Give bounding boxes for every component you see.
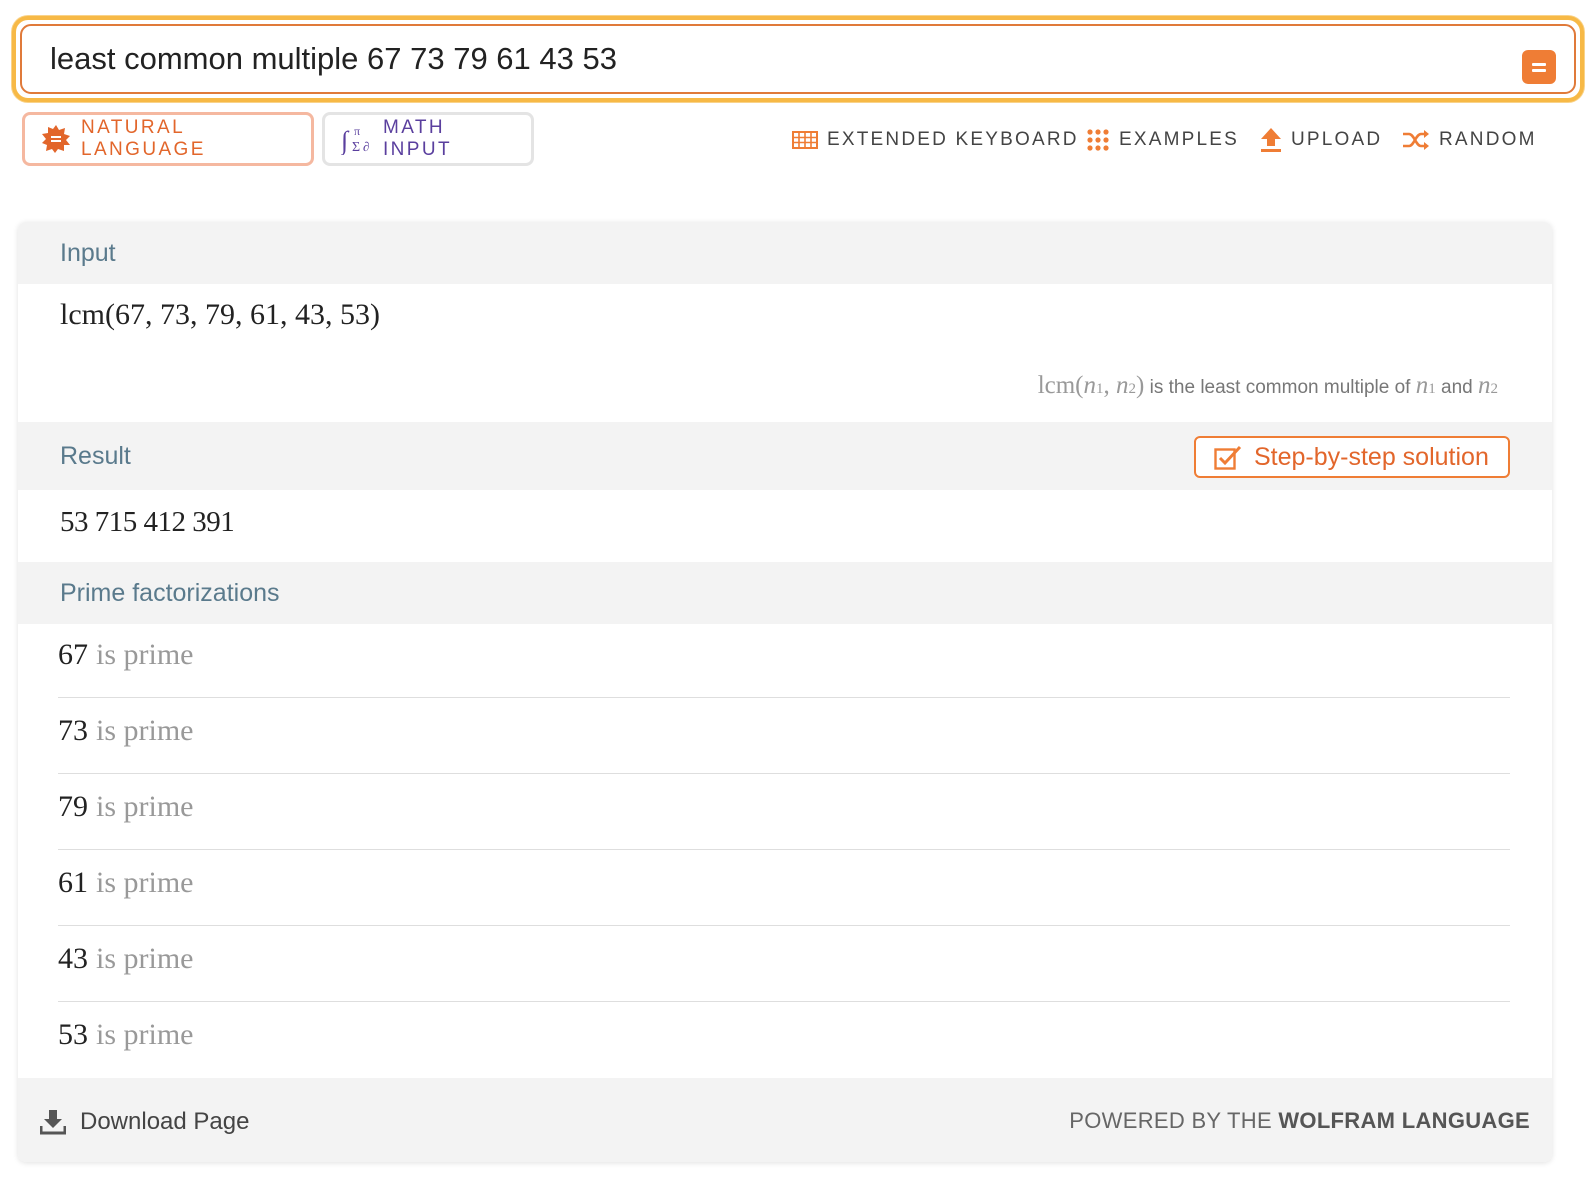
note-close: ) [1136,372,1145,399]
prime-suffix: is prime [96,790,194,823]
upload-button[interactable]: UPLOAD [1260,124,1382,156]
download-page-button[interactable]: Download Page [40,1108,249,1136]
download-icon [40,1109,66,1135]
note-sub2: 2 [1128,381,1137,397]
natural-language-icon [41,124,71,154]
svg-text:π: π [354,124,362,138]
natural-language-button[interactable]: NATURAL LANGUAGE [22,112,314,166]
note-text: is the least common multiple of [1144,377,1416,398]
step-by-step-button[interactable]: Step-by-step solution [1194,436,1510,478]
input-pod-header: Input [18,222,1552,284]
input-function-note: lcm( n1 , n2 ) is the least common multi… [1038,372,1498,400]
prime-suffix: is prime [96,942,194,975]
list-item: 53 is prime [58,1002,1510,1078]
search-inner [20,24,1576,94]
note-n1: n [1083,372,1097,399]
note-sub1: 1 [1096,381,1104,397]
prime-number: 67 [58,638,88,671]
random-label: RANDOM [1439,129,1537,150]
step-by-step-label: Step-by-step solution [1254,442,1489,471]
results-card: Input lcm(67, 73, 79, 61, 43, 53) lcm( n… [18,222,1552,1162]
note-sub1b: 1 [1428,381,1436,397]
equals-icon[interactable] [1522,50,1556,84]
extended-keyboard-label: EXTENDED KEYBOARD [827,129,1079,150]
extended-keyboard-button[interactable]: EXTENDED KEYBOARD [792,124,1079,156]
list-item: 73 is prime [58,698,1510,774]
upload-label: UPLOAD [1291,129,1383,150]
random-button[interactable]: RANDOM [1402,124,1537,156]
powered-by: POWERED BY THE WOLFRAM LANGUAGE [1069,1108,1530,1134]
search-input[interactable] [50,26,1470,92]
prime-pod-title: Prime factorizations [60,579,280,607]
note-n2b: n [1478,372,1491,399]
input-expression: lcm(67, 73, 79, 61, 43, 53) [60,298,380,331]
list-item: 67 is prime [58,622,1510,698]
prime-suffix: is prime [96,638,194,671]
prime-suffix: is prime [96,1018,194,1051]
note-and: and [1435,377,1478,398]
natural-language-label: NATURAL LANGUAGE [81,117,206,160]
math-input-icon: ∫ π Σ ∂ [341,123,373,155]
search-bar [12,16,1584,102]
input-pod-title: Input [60,239,116,267]
prime-pod-header: Prime factorizations [18,562,1552,624]
examples-button[interactable]: EXAMPLES [1086,124,1239,156]
prime-number: 61 [58,866,88,899]
svg-text:∫: ∫ [341,126,351,155]
note-sub2b: 2 [1490,381,1499,397]
prime-number: 53 [58,1018,88,1051]
math-input-label: MATH INPUT [383,117,452,160]
list-item: 43 is prime [58,926,1510,1002]
prime-number: 43 [58,942,88,975]
prime-suffix: is prime [96,714,194,747]
grid-dots-icon [1086,128,1110,152]
list-item: 61 is prime [58,850,1510,926]
result-pod-title: Result [60,442,131,470]
upload-icon [1260,127,1282,153]
math-input-button[interactable]: ∫ π Σ ∂ MATH INPUT [322,112,534,166]
powered-prefix: POWERED BY THE [1069,1108,1279,1133]
list-item: 79 is prime [58,774,1510,850]
note-comma: , [1103,372,1117,399]
result-value: 53 715 412 391 [60,506,235,538]
prime-number: 73 [58,714,88,747]
examples-label: EXAMPLES [1119,129,1240,150]
download-page-label: Download Page [80,1108,250,1135]
note-fn: lcm( [1037,372,1084,399]
checkbox-icon [1214,444,1242,470]
powered-brand: WOLFRAM LANGUAGE [1278,1108,1530,1133]
note-n1b: n [1415,372,1429,399]
shuffle-icon [1402,129,1430,151]
prime-suffix: is prime [96,866,194,899]
note-n2: n [1116,372,1129,399]
svg-text:∂: ∂ [363,139,372,154]
svg-text:Σ: Σ [352,140,363,155]
prime-number: 79 [58,790,88,823]
keyboard-icon [792,131,818,149]
card-footer: Download Page POWERED BY THE WOLFRAM LAN… [18,1078,1552,1162]
